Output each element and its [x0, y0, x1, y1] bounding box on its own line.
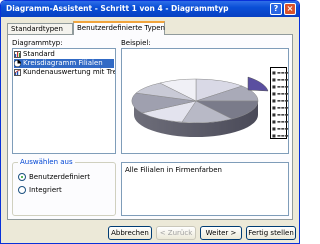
select-from-label: Auswählen aus [18, 158, 75, 166]
standard-chart-icon [14, 51, 21, 58]
cancel-button[interactable]: Abbrechen [108, 226, 152, 240]
radio-label: Benutzerdefiniert [29, 173, 90, 181]
description-text: Alle Filialen in Firmenfarben [125, 166, 222, 174]
list-item-label: Kreisdiagramm Filialen [23, 59, 103, 67]
radio-dot-checked[interactable] [18, 173, 26, 181]
next-button[interactable]: Weiter > [200, 226, 242, 240]
radio-built-in[interactable]: Integriert [18, 186, 113, 195]
legend-entry: ■ ▬▬▬ [272, 126, 289, 131]
legend-entry: ■ ▬▬▬ [272, 77, 289, 82]
back-button[interactable]: < Zurück [156, 226, 196, 240]
combo-chart-icon [14, 69, 21, 76]
preview-legend: ■ ▬▬▬ ■ ▬▬▬ ■ ▬▬▬ ■ ▬▬▬ ■ ▬▬▬ ■ ▬▬▬ ■ ▬▬▬ ■ ▬▬▬… [270, 67, 289, 139]
finish-button[interactable]: Fertig stellen [246, 226, 296, 240]
legend-entry: ■ ▬▬▬ [272, 91, 289, 96]
legend-entry: ■ ▬▬▬ [272, 98, 289, 103]
radio-label: Integriert [29, 186, 62, 194]
chart-wizard-dialog: Diagramm-Assistent - Schritt 1 von 4 - D… [0, 0, 300, 244]
legend-entry: ■ ▬▬▬ [272, 105, 289, 110]
pie-chart-icon [14, 60, 21, 67]
close-button[interactable]: × [284, 3, 296, 15]
window-title: Diagramm-Assistent - Schritt 1 von 4 - D… [6, 4, 229, 13]
radio-user-defined[interactable]: Benutzerdefiniert [18, 173, 113, 182]
legend-entry: ■ ▬▬▬ [272, 112, 289, 117]
description-box: Alle Filialen in Firmenfarben [121, 162, 289, 216]
help-icon: ? [273, 4, 279, 13]
legend-entry: ■ ▬▬▬ [272, 84, 289, 89]
list-item-label: Kundenauswertung mit Trend [23, 68, 116, 76]
legend-entry: ■ ▬▬▬ [272, 133, 289, 138]
legend-entry: ■ ▬▬▬ [272, 119, 289, 124]
close-icon: × [286, 4, 294, 13]
chart-type-label: Diagrammtyp: [12, 39, 63, 47]
list-item-label: Standard [23, 50, 55, 58]
help-button[interactable]: ? [270, 3, 282, 15]
radio-dot[interactable] [18, 186, 26, 194]
tab-standard-types[interactable]: Standardtypen [7, 23, 73, 34]
list-item-pie-branches[interactable]: Kreisdiagramm Filialen [14, 59, 114, 68]
chart-type-list[interactable]: Standard Kreisdiagramm Filialen Kundenau… [12, 48, 116, 154]
legend-entry: ■ ▬▬▬ [272, 70, 289, 75]
pie-top [131, 78, 259, 123]
tab-panel: Diagrammtyp: Standard Kreisdiagramm Fili… [7, 34, 293, 220]
select-from-group: Auswählen aus Benutzerdefiniert Integrie… [12, 158, 116, 216]
tab-custom-types[interactable]: Benutzerdefinierte Typen [73, 21, 165, 35]
pie-3d-preview [131, 76, 269, 137]
list-item-standard[interactable]: Standard [14, 50, 114, 59]
title-bar[interactable]: Diagramm-Assistent - Schritt 1 von 4 - D… [1, 1, 299, 17]
list-item-customer-trend[interactable]: Kundenauswertung mit Trend [14, 68, 116, 77]
pie-highlight-slice [247, 76, 269, 92]
chart-preview: ■ ▬▬▬ ■ ▬▬▬ ■ ▬▬▬ ■ ▬▬▬ ■ ▬▬▬ ■ ▬▬▬ ■ ▬▬▬ ■ ▬▬▬… [121, 48, 289, 154]
preview-label: Beispiel: [121, 39, 151, 47]
